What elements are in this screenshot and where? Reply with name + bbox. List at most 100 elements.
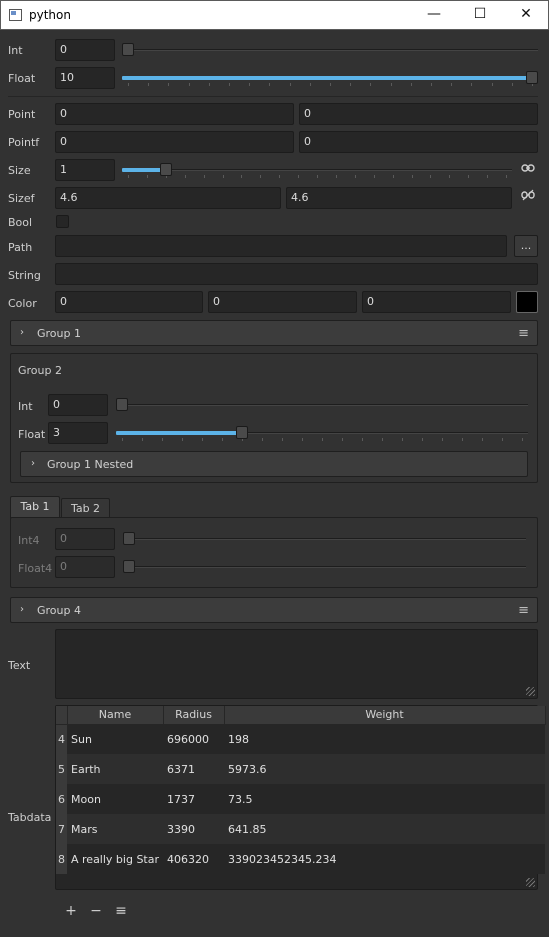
color-g-field[interactable]: 0 bbox=[208, 291, 357, 313]
slider-tick bbox=[449, 175, 451, 178]
path-field[interactable] bbox=[55, 235, 507, 257]
cell-radius[interactable]: 1737 bbox=[163, 784, 225, 814]
cell-name[interactable]: Earth bbox=[67, 754, 164, 784]
group2-int-spinbox[interactable]: 0 bbox=[48, 394, 108, 416]
point-x-field[interactable]: 0 bbox=[55, 103, 294, 125]
color-r-field[interactable]: 0 bbox=[55, 291, 203, 313]
column-header-radius[interactable]: Radius bbox=[163, 706, 225, 725]
table-row[interactable]: 6 Moon 1737 73.5 bbox=[56, 784, 546, 814]
app-icon bbox=[9, 9, 22, 21]
text-area[interactable] bbox=[55, 629, 538, 699]
group2-int-slider[interactable] bbox=[116, 398, 528, 412]
int-spinbox[interactable]: 0 bbox=[55, 39, 115, 61]
cell-name[interactable]: Mars bbox=[67, 814, 164, 844]
int-label: Int bbox=[8, 44, 23, 57]
slider-tick bbox=[487, 175, 489, 178]
tab-bar: Tab 1 Tab 2 bbox=[10, 496, 538, 518]
column-header-name[interactable]: Name bbox=[67, 706, 164, 725]
int4-spinbox[interactable]: 0 bbox=[55, 528, 115, 550]
cell-weight[interactable]: 5973.6 bbox=[224, 754, 546, 784]
resize-grip-icon[interactable] bbox=[526, 687, 535, 696]
resize-grip-icon[interactable] bbox=[526, 878, 535, 887]
slider-tick bbox=[502, 438, 503, 441]
path-browse-button[interactable]: ... bbox=[514, 235, 538, 257]
unlink-icon[interactable] bbox=[518, 187, 538, 207]
slider-tick bbox=[222, 175, 224, 178]
table-row[interactable]: 8 A really big Star 406320 339023452345.… bbox=[56, 844, 546, 874]
add-row-button[interactable]: + bbox=[62, 902, 80, 920]
table-row[interactable]: 5 Earth 6371 5973.6 bbox=[56, 754, 546, 784]
tab-1[interactable]: Tab 1 bbox=[10, 496, 60, 518]
slider-tick bbox=[322, 438, 323, 441]
color-swatch-button[interactable] bbox=[516, 291, 538, 313]
size-slider[interactable] bbox=[122, 163, 512, 178]
row-index[interactable]: 8 bbox=[56, 844, 67, 874]
int4-slider[interactable] bbox=[123, 532, 526, 546]
float4-slider[interactable] bbox=[123, 560, 526, 574]
slider-tick bbox=[451, 83, 453, 86]
group2-float-spinbox[interactable]: 3 bbox=[48, 422, 108, 444]
row-index[interactable]: 4 bbox=[56, 724, 67, 754]
menu-icon[interactable]: ≡ bbox=[518, 603, 529, 618]
menu-icon[interactable]: ≡ bbox=[518, 326, 529, 341]
cell-radius[interactable]: 406320 bbox=[163, 844, 225, 874]
string-field[interactable] bbox=[55, 263, 538, 285]
slider-handle[interactable] bbox=[159, 163, 172, 176]
point-y-field[interactable]: 0 bbox=[299, 103, 538, 125]
sizef-height-field[interactable]: 4.6 bbox=[286, 187, 512, 209]
slider-tick bbox=[184, 175, 186, 178]
pointf-y-field[interactable]: 0 bbox=[299, 131, 538, 153]
slider-tick bbox=[289, 83, 291, 86]
pointf-x-field[interactable]: 0 bbox=[55, 131, 294, 153]
tab-2[interactable]: Tab 2 bbox=[61, 498, 110, 518]
row-index[interactable]: 6 bbox=[56, 784, 67, 814]
cell-weight[interactable]: 339023452345.234 bbox=[224, 844, 546, 874]
link-icon[interactable] bbox=[518, 159, 538, 179]
slider-handle[interactable] bbox=[123, 532, 135, 545]
float-spinbox[interactable]: 10 bbox=[55, 67, 115, 89]
color-label: Color bbox=[8, 297, 37, 310]
size-spinbox[interactable]: 1 bbox=[55, 159, 115, 181]
cell-weight[interactable]: 73.5 bbox=[224, 784, 546, 814]
table-row[interactable]: 4 Sun 696000 198 bbox=[56, 724, 546, 754]
slider-handle[interactable] bbox=[526, 71, 538, 84]
slider-tick bbox=[350, 83, 352, 86]
slider-handle[interactable] bbox=[116, 398, 128, 411]
cell-weight[interactable]: 198 bbox=[224, 724, 546, 754]
row-index[interactable]: 5 bbox=[56, 754, 67, 784]
slider-tick bbox=[335, 175, 337, 178]
cell-radius[interactable]: 3390 bbox=[163, 814, 225, 844]
int-slider[interactable] bbox=[122, 43, 538, 57]
slider-handle[interactable] bbox=[236, 426, 248, 439]
group2-float-slider[interactable] bbox=[116, 426, 528, 441]
slider-tick bbox=[282, 438, 283, 441]
cell-name[interactable]: Sun bbox=[67, 724, 164, 754]
group4-header[interactable]: › Group 4 ≡ bbox=[10, 597, 538, 623]
row-index[interactable]: 7 bbox=[56, 814, 67, 844]
bool-checkbox[interactable] bbox=[56, 215, 69, 228]
data-table[interactable]: Name Radius Weight 4 Sun 696000 198 5 Ea… bbox=[56, 706, 546, 874]
cell-name[interactable]: Moon bbox=[67, 784, 164, 814]
column-header-weight[interactable]: Weight bbox=[224, 706, 546, 725]
table-row[interactable]: 7 Mars 3390 641.85 bbox=[56, 814, 546, 844]
slider-tick bbox=[128, 175, 129, 178]
sizef-width-field[interactable]: 4.6 bbox=[55, 187, 281, 209]
cell-weight[interactable]: 641.85 bbox=[224, 814, 546, 844]
float4-spinbox[interactable]: 0 bbox=[55, 556, 115, 578]
edit-rows-button[interactable]: ≡ bbox=[112, 902, 130, 920]
slider-handle[interactable] bbox=[122, 43, 134, 56]
cell-radius[interactable]: 6371 bbox=[163, 754, 225, 784]
slider-tick bbox=[222, 438, 223, 441]
slider-handle[interactable] bbox=[123, 560, 135, 573]
maximize-button[interactable]: ☐ bbox=[457, 1, 503, 29]
color-b-field[interactable]: 0 bbox=[362, 291, 511, 313]
group1-header[interactable]: › Group 1 ≡ bbox=[10, 320, 538, 346]
float-slider[interactable] bbox=[122, 71, 538, 86]
cell-radius[interactable]: 696000 bbox=[163, 724, 225, 754]
minimize-button[interactable]: — bbox=[411, 1, 457, 29]
remove-row-button[interactable]: − bbox=[87, 902, 105, 920]
group1-nested-header[interactable]: › Group 1 Nested bbox=[20, 451, 528, 477]
slider-fill bbox=[116, 431, 242, 435]
cell-name[interactable]: A really big Star bbox=[67, 844, 164, 874]
close-button[interactable]: ✕ bbox=[503, 1, 549, 29]
